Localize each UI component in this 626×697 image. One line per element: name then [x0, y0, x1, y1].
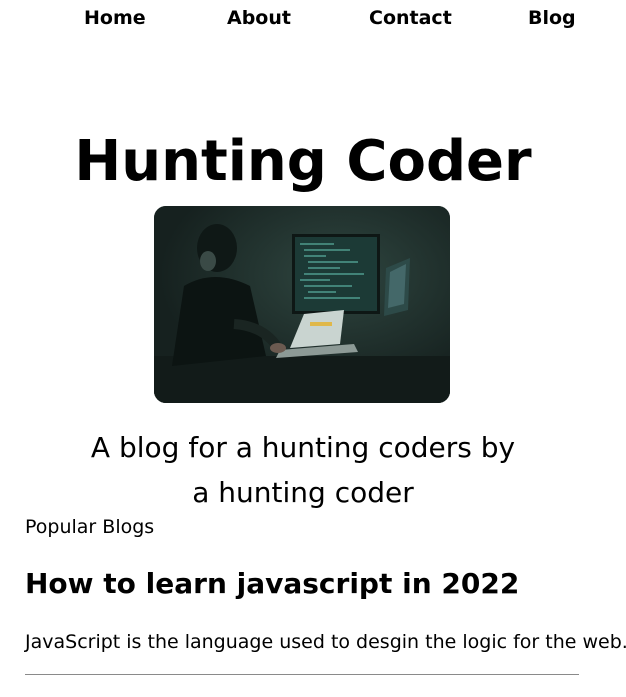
nav-link-home[interactable]: Home	[84, 7, 146, 29]
nav-link-about[interactable]: About	[227, 7, 291, 29]
site-title: Hunting Coder	[74, 129, 532, 194]
site-tagline: A blog for a hunting coders by a hunting…	[0, 425, 606, 515]
tagline-line-1: A blog for a hunting coders by	[90, 431, 516, 464]
page: Home About Contact Blog Hunting Coder A …	[0, 0, 626, 697]
divider	[25, 674, 579, 675]
nav-link-contact[interactable]: Contact	[369, 7, 452, 29]
popular-blogs-heading: Popular Blogs	[25, 516, 155, 538]
hero-image	[154, 206, 450, 403]
nav-link-blog[interactable]: Blog	[528, 7, 576, 29]
tagline-line-2: a hunting coder	[192, 476, 414, 509]
top-nav: Home About Contact Blog	[0, 7, 626, 35]
blog-post-title[interactable]: How to learn javascript in 2022	[25, 566, 519, 602]
blog-post-description: JavaScript is the language used to desgi…	[25, 631, 626, 653]
